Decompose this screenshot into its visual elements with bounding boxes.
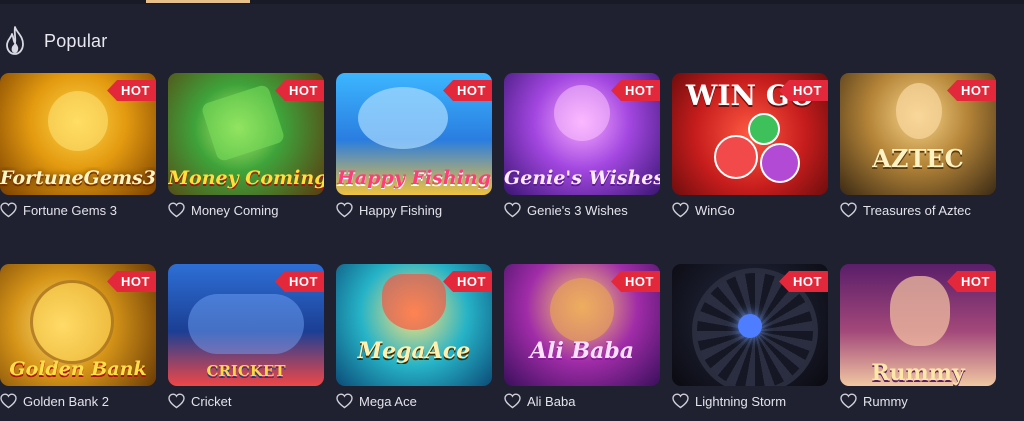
- thumbnail-art-text: Happy Fishing: [336, 167, 492, 189]
- game-thumbnail[interactable]: HOT: [672, 264, 828, 386]
- hot-badge: HOT: [443, 80, 492, 101]
- hot-badge: HOT: [443, 271, 492, 292]
- thumbnail-art-text: MegaAce: [357, 338, 471, 364]
- game-thumbnail[interactable]: Rummy HOT: [840, 264, 996, 386]
- thumbnail-art-text: Rummy: [871, 360, 965, 386]
- game-name[interactable]: Treasures of Aztec: [863, 203, 971, 218]
- hot-badge: HOT: [611, 80, 660, 101]
- thumbnail-art-text: AZTEC: [872, 144, 964, 173]
- thumbnail-art-text: Golden Bank: [9, 358, 147, 380]
- game-thumbnail[interactable]: MegaAce HOT: [336, 264, 492, 386]
- hot-badge: HOT: [611, 271, 660, 292]
- section-header: Popular: [4, 24, 107, 58]
- section-title: Popular: [44, 30, 108, 51]
- hot-badge: HOT: [947, 271, 996, 292]
- game-card-happy-fishing[interactable]: Happy Fishing HOT Happy Fishing: [336, 73, 492, 218]
- heart-icon[interactable]: [672, 393, 689, 409]
- game-name[interactable]: Golden Bank 2: [23, 394, 109, 409]
- heart-icon[interactable]: [840, 393, 857, 409]
- game-thumbnail[interactable]: Golden Bank HOT: [0, 264, 156, 386]
- heart-icon[interactable]: [504, 202, 521, 218]
- game-card-golden-bank-2[interactable]: Golden Bank HOT Golden Bank 2: [0, 264, 156, 409]
- flame-icon: [6, 26, 24, 55]
- game-name[interactable]: Money Coming: [191, 203, 278, 218]
- heart-icon[interactable]: [168, 393, 185, 409]
- heart-icon[interactable]: [840, 202, 857, 218]
- game-card-wingo[interactable]: WIN GO HOT WinGo: [672, 73, 828, 218]
- active-tab-indicator: [146, 0, 250, 3]
- game-name[interactable]: Ali Baba: [527, 394, 575, 409]
- game-name[interactable]: Fortune Gems 3: [23, 203, 117, 218]
- heart-icon[interactable]: [336, 393, 353, 409]
- game-name[interactable]: Genie's 3 Wishes: [527, 203, 628, 218]
- thumbnail-art-text: Genie's Wishes: [504, 167, 660, 189]
- game-card-fortune-gems-3[interactable]: FortuneGems3 HOT Fortune Gems 3: [0, 73, 156, 218]
- hot-badge: HOT: [947, 80, 996, 101]
- hot-badge: HOT: [107, 80, 156, 101]
- thumbnail-art-text: FortuneGems3: [0, 167, 156, 189]
- game-card-genies-3-wishes[interactable]: Genie's Wishes HOT Genie's 3 Wishes: [504, 73, 660, 218]
- game-name[interactable]: Happy Fishing: [359, 203, 442, 218]
- game-card-rummy[interactable]: Rummy HOT Rummy: [840, 264, 996, 409]
- hot-badge: HOT: [779, 80, 828, 101]
- heart-icon[interactable]: [168, 202, 185, 218]
- game-thumbnail[interactable]: FortuneGems3 HOT: [0, 73, 156, 195]
- hot-badge: HOT: [107, 271, 156, 292]
- heart-icon[interactable]: [0, 393, 17, 409]
- game-card-lightning-storm[interactable]: HOT Lightning Storm: [672, 264, 828, 409]
- game-thumbnail[interactable]: AZTEC HOT: [840, 73, 996, 195]
- heart-icon[interactable]: [0, 202, 17, 218]
- game-thumbnail[interactable]: WIN GO HOT: [672, 73, 828, 195]
- game-card-cricket[interactable]: CRICKET HOT Cricket: [168, 264, 324, 409]
- game-thumbnail[interactable]: Genie's Wishes HOT: [504, 73, 660, 195]
- game-thumbnail[interactable]: Ali Baba HOT: [504, 264, 660, 386]
- game-name[interactable]: WinGo: [695, 203, 735, 218]
- game-name[interactable]: Mega Ace: [359, 394, 417, 409]
- game-thumbnail[interactable]: Happy Fishing HOT: [336, 73, 492, 195]
- hot-badge: HOT: [275, 80, 324, 101]
- game-card-treasures-of-aztec[interactable]: AZTEC HOT Treasures of Aztec: [840, 73, 996, 218]
- thumbnail-art-text: Ali Baba: [530, 338, 634, 364]
- game-thumbnail[interactable]: Money Coming HOT: [168, 73, 324, 195]
- heart-icon[interactable]: [336, 202, 353, 218]
- game-card-ali-baba[interactable]: Ali Baba HOT Ali Baba: [504, 264, 660, 409]
- game-grid: FortuneGems3 HOT Fortune Gems 3 Money Co…: [0, 73, 996, 409]
- game-thumbnail[interactable]: CRICKET HOT: [168, 264, 324, 386]
- game-name[interactable]: Rummy: [863, 394, 908, 409]
- game-card-mega-ace[interactable]: MegaAce HOT Mega Ace: [336, 264, 492, 409]
- hot-badge: HOT: [779, 271, 828, 292]
- game-name[interactable]: Cricket: [191, 394, 231, 409]
- heart-icon[interactable]: [672, 202, 689, 218]
- hot-badge: HOT: [275, 271, 324, 292]
- game-name[interactable]: Lightning Storm: [695, 394, 786, 409]
- heart-icon[interactable]: [504, 393, 521, 409]
- thumbnail-art-text: CRICKET: [206, 362, 286, 380]
- game-card-money-coming[interactable]: Money Coming HOT Money Coming: [168, 73, 324, 218]
- thumbnail-art-text: Money Coming: [168, 167, 324, 189]
